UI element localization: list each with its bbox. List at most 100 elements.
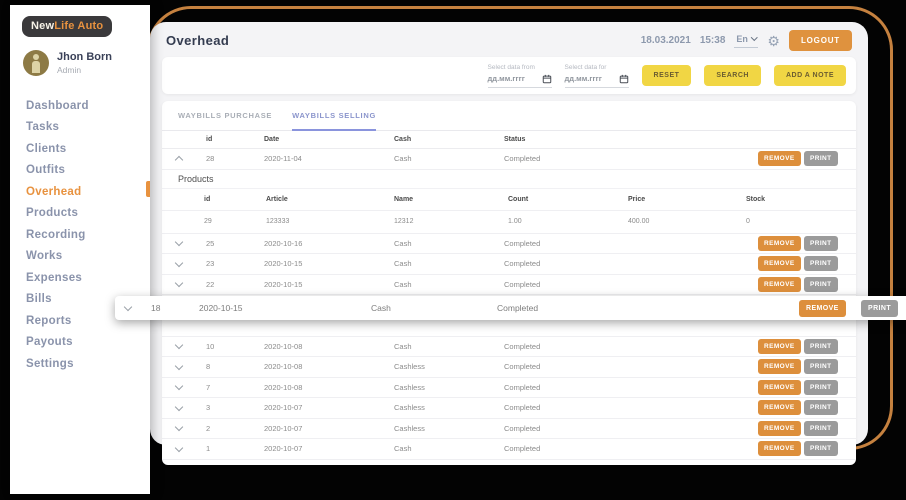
sidebar-item-recording[interactable]: Recording: [10, 224, 150, 246]
calendar-icon[interactable]: [542, 74, 552, 84]
remove-button[interactable]: REMOVE: [758, 441, 801, 457]
gear-icon[interactable]: ⚙: [767, 34, 780, 48]
print-button[interactable]: PRINT: [861, 299, 898, 317]
sidebar-menu: Dashboard Tasks Clients Outfits Overhead Prod…: [10, 95, 150, 375]
sidebar-item-tasks[interactable]: Tasks: [10, 117, 150, 139]
expand-button[interactable]: [174, 341, 206, 350]
reset-button[interactable]: RESET: [641, 65, 692, 86]
expand-button[interactable]: [174, 382, 206, 391]
cell-status: Completed: [504, 238, 541, 248]
sidebar-item-label: Expenses: [26, 271, 83, 284]
dragged-row[interactable]: 18 2020-10-15 Cash Completed REMOVE PRIN…: [115, 296, 906, 320]
remove-button[interactable]: REMOVE: [758, 256, 801, 272]
waybill-row: 2 2020-10-07 Cashless Completed REMOVE PRINT: [162, 419, 856, 439]
print-button[interactable]: PRINT: [804, 276, 838, 292]
print-button[interactable]: PRINT: [804, 359, 838, 375]
remove-button[interactable]: REMOVE: [758, 338, 801, 354]
language-select[interactable]: En: [734, 34, 759, 48]
print-button[interactable]: PRINT: [804, 400, 838, 416]
products-header-row: id Article Name Count Price Stock: [162, 189, 856, 211]
expand-button[interactable]: [174, 279, 206, 288]
sidebar-item-label: Bills: [26, 293, 52, 305]
cell-date: 2020-10-08: [264, 362, 303, 372]
calendar-icon[interactable]: [619, 74, 629, 84]
sidebar-item-label: Products: [26, 207, 79, 219]
remove-button[interactable]: REMOVE: [799, 299, 846, 317]
remove-button[interactable]: REMOVE: [758, 151, 801, 167]
cell-date: 2020-10-08: [264, 341, 303, 351]
chevron-down-icon: [174, 279, 184, 288]
col-header-id: id: [206, 136, 213, 143]
date-for-input[interactable]: дд.мм.гггг: [565, 74, 602, 83]
search-button[interactable]: SEARCH: [704, 65, 761, 86]
sidebar-item-works[interactable]: Works: [10, 246, 150, 268]
chevron-down-icon: [174, 341, 184, 350]
collapse-button[interactable]: [174, 154, 206, 165]
print-button[interactable]: PRINT: [804, 256, 838, 272]
sidebar-item-label: Clients: [26, 142, 67, 155]
cell-cash: Cash: [394, 259, 412, 269]
tab-waybills-purchase[interactable]: WAYBILLS PURCHASE: [178, 111, 272, 130]
remove-button[interactable]: REMOVE: [758, 359, 801, 375]
add-note-button[interactable]: ADD A NOTE: [773, 65, 846, 86]
sidebar-item-overhead[interactable]: Overhead: [10, 181, 150, 203]
sidebar: NewLife Auto Jhon Born Admin Dashboard Ta…: [10, 5, 150, 494]
tabs: WAYBILLS PURCHASE WAYBILLS SELLING: [162, 101, 856, 131]
product-row: 29 123333 12312 1.00 400.00 0: [162, 211, 856, 234]
print-button[interactable]: PRINT: [804, 441, 838, 457]
sidebar-item-label: Settings: [26, 357, 74, 370]
current-date: 18.03.2021: [640, 35, 691, 46]
cell-id: 7: [206, 382, 211, 392]
expand-button[interactable]: [174, 402, 206, 411]
remove-button[interactable]: REMOVE: [758, 420, 801, 436]
expand-button[interactable]: [174, 258, 206, 267]
sidebar-item-settings[interactable]: Settings: [10, 353, 150, 375]
sidebar-item-dashboard[interactable]: Dashboard: [10, 95, 150, 117]
tab-waybills-selling[interactable]: WAYBILLS SELLING: [292, 111, 376, 131]
date-for-field[interactable]: Select data for дд.мм.гггг: [564, 63, 629, 88]
remove-button[interactable]: REMOVE: [758, 276, 801, 292]
cell-date: 2020-10-15: [199, 303, 243, 313]
remove-button[interactable]: REMOVE: [758, 379, 801, 395]
cell-id: 3: [206, 403, 211, 413]
print-button[interactable]: PRINT: [804, 338, 838, 354]
cell-cash: Cash: [394, 238, 412, 248]
sidebar-item-label: Overhead: [26, 185, 82, 198]
product-cell: 0: [746, 218, 750, 225]
remove-button[interactable]: REMOVE: [758, 235, 801, 251]
expand-button[interactable]: [174, 423, 206, 432]
filter-bar: Select data from дд.мм.гггг Select data …: [162, 57, 856, 94]
print-button[interactable]: PRINT: [804, 379, 838, 395]
print-button[interactable]: PRINT: [804, 151, 838, 167]
cell-date: 2020-10-07: [264, 444, 303, 454]
sidebar-item-products[interactable]: Products: [10, 203, 150, 225]
sidebar-item-label: Dashboard: [26, 99, 89, 112]
sidebar-item-expenses[interactable]: Expenses: [10, 267, 150, 289]
waybills-header-row: id Date Cash Status: [162, 131, 856, 149]
expand-button[interactable]: [174, 238, 206, 247]
sidebar-item-label: Works: [26, 250, 63, 262]
remove-button[interactable]: REMOVE: [758, 400, 801, 416]
cell-cash: Cashless: [394, 382, 425, 392]
logout-button[interactable]: LOGOUT: [788, 30, 852, 51]
sidebar-item-outfits[interactable]: Outfits: [10, 160, 150, 182]
date-from-field[interactable]: Select data from дд.мм.гггг: [487, 63, 552, 88]
products-col-header: id: [204, 195, 211, 203]
print-button[interactable]: PRINT: [804, 420, 838, 436]
main-panel: Overhead 18.03.2021 15:38 En ⚙ LOGOUT Se…: [150, 22, 868, 465]
expand-button[interactable]: [174, 361, 206, 370]
date-from-label: Select data from: [487, 63, 535, 71]
print-button[interactable]: PRINT: [804, 235, 838, 251]
date-for-label: Select data for: [564, 63, 607, 71]
expand-button[interactable]: [123, 302, 151, 312]
chevron-down-icon: [174, 258, 184, 267]
expand-button[interactable]: [174, 443, 206, 452]
cell-date: 2020-10-15: [264, 279, 303, 289]
date-from-input[interactable]: дд.мм.гггг: [488, 74, 525, 83]
sidebar-item-payouts[interactable]: Payouts: [10, 332, 150, 354]
sidebar-item-clients[interactable]: Clients: [10, 138, 150, 160]
products-title: Products: [162, 170, 856, 189]
cell-status: Completed: [504, 403, 541, 413]
waybill-row-expanded: 28 2020-11-04 Cash Completed REMOVE PRIN…: [162, 149, 856, 170]
cell-id: 2: [206, 423, 211, 433]
